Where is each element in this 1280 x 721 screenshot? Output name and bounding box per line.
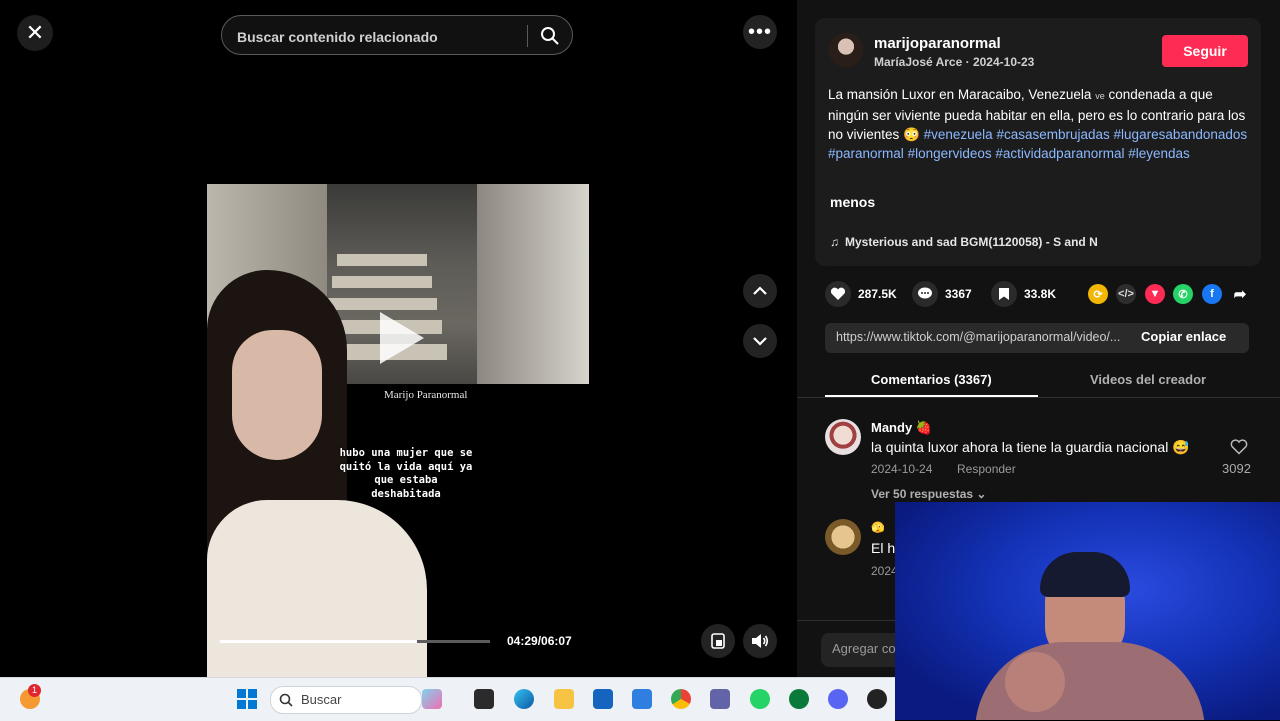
more-options-button[interactable]: ••• bbox=[743, 15, 777, 49]
notification-badge: 1 bbox=[28, 684, 41, 697]
progress-fill bbox=[220, 640, 418, 643]
heart-icon bbox=[825, 281, 851, 307]
like-stat[interactable]: 287.5K bbox=[825, 281, 897, 307]
add-comment-input[interactable]: Agregar co bbox=[832, 641, 896, 656]
chevron-up-icon bbox=[753, 286, 767, 295]
hashtag-link[interactable]: #actividadparanormal bbox=[995, 146, 1124, 161]
play-icon[interactable] bbox=[380, 312, 424, 364]
flag-emoji: ve bbox=[1095, 91, 1105, 101]
comment-date: 2024 bbox=[871, 564, 898, 578]
comment-avatar[interactable] bbox=[825, 519, 861, 555]
hashtag-link[interactable]: #venezuela bbox=[924, 127, 993, 142]
author-username[interactable]: marijoparanormal bbox=[874, 35, 1001, 52]
comment-text: El h bbox=[871, 540, 896, 556]
search-divider bbox=[527, 25, 528, 47]
follow-button[interactable]: Seguir bbox=[1162, 35, 1248, 67]
taskbar-search[interactable]: Buscar bbox=[270, 686, 422, 714]
comment-avatar[interactable] bbox=[825, 419, 861, 455]
save-count: 33.8K bbox=[1024, 287, 1057, 301]
comment-like-count: 3092 bbox=[1222, 461, 1251, 476]
more-icon: ••• bbox=[747, 21, 772, 43]
close-button[interactable]: ✕ bbox=[17, 15, 53, 51]
miniplayer-button[interactable] bbox=[701, 624, 735, 658]
comment-icon bbox=[912, 281, 938, 307]
save-stat[interactable]: 33.8K bbox=[991, 281, 1057, 307]
facebook-icon[interactable]: f bbox=[1202, 284, 1222, 304]
repost-icon[interactable]: ⟳ bbox=[1088, 284, 1108, 304]
comment-text: la quinta luxor ahora la tiene la guardi… bbox=[871, 439, 1190, 455]
view-replies-link[interactable]: Ver 50 respuestas ⌄ bbox=[871, 487, 986, 501]
author-display-name: MaríaJosé Arce bbox=[874, 55, 963, 69]
video-caption: hubo una mujer que se quitó la vida aquí… bbox=[339, 447, 473, 500]
copy-link-button[interactable]: Copiar enlace bbox=[1141, 329, 1226, 344]
post-date: 2024-10-23 bbox=[972, 55, 1035, 69]
active-tab-indicator bbox=[825, 395, 1038, 397]
video-description: La mansión Luxor en Maracaibo, Venezuela… bbox=[828, 87, 1248, 161]
chrome-icon[interactable] bbox=[671, 689, 691, 709]
author-subline: MaríaJosé Arce · 2024-10-23 bbox=[874, 55, 1035, 69]
discord-icon[interactable] bbox=[828, 689, 848, 709]
tab-comments[interactable]: Comentarios (3367) bbox=[871, 372, 992, 387]
whatsapp-app-icon[interactable] bbox=[750, 689, 770, 709]
reply-button[interactable]: Responder bbox=[957, 462, 1016, 476]
hashtag-link[interactable]: #casasembrujadas bbox=[996, 127, 1109, 142]
tab-creator-videos[interactable]: Videos del creador bbox=[1090, 372, 1206, 387]
comment-stat[interactable]: 3367 bbox=[912, 281, 972, 307]
heart-outline-icon bbox=[1230, 439, 1248, 455]
music-note-icon: ♫ bbox=[830, 235, 839, 249]
show-less-link[interactable]: menos bbox=[830, 194, 875, 210]
task-view-icon[interactable] bbox=[474, 689, 494, 709]
comment-like-button[interactable] bbox=[1230, 439, 1248, 460]
send-icon[interactable]: ▼ bbox=[1145, 284, 1165, 304]
teams-icon[interactable] bbox=[710, 689, 730, 709]
like-count: 287.5K bbox=[858, 287, 897, 301]
app-u-icon[interactable] bbox=[789, 689, 809, 709]
mail-icon[interactable] bbox=[632, 689, 652, 709]
next-video-button[interactable] bbox=[743, 324, 777, 358]
share-arrow-icon[interactable]: ➦ bbox=[1230, 284, 1250, 304]
windows-start-icon[interactable] bbox=[237, 689, 257, 709]
webcam-overlay bbox=[895, 502, 1280, 720]
hashtag-link[interactable]: #leyendas bbox=[1128, 146, 1190, 161]
embed-icon[interactable]: </> bbox=[1116, 284, 1136, 304]
chevron-down-icon bbox=[753, 337, 767, 346]
related-search-bar bbox=[221, 15, 573, 55]
widgets-icon[interactable] bbox=[422, 689, 442, 709]
whatsapp-icon[interactable]: ✆ bbox=[1173, 284, 1193, 304]
time-display: 04:29/06:07 bbox=[507, 634, 572, 648]
miniplayer-icon bbox=[711, 633, 725, 649]
search-input[interactable] bbox=[235, 25, 524, 49]
hashtag-link[interactable]: #longervideos bbox=[908, 146, 992, 161]
comment-date: 2024-10-24 bbox=[871, 462, 933, 476]
hashtag-link[interactable]: #paranormal bbox=[828, 146, 904, 161]
search-icon bbox=[279, 693, 293, 707]
share-link-box: https://www.tiktok.com/@marijoparanormal… bbox=[825, 323, 1249, 353]
volume-button[interactable] bbox=[743, 624, 777, 658]
comment-author[interactable]: Mandy 🍓 bbox=[871, 420, 932, 436]
store-icon[interactable] bbox=[593, 689, 613, 709]
author-avatar[interactable] bbox=[829, 33, 863, 67]
app-icon[interactable] bbox=[867, 689, 887, 709]
comment-author[interactable]: 🫣 bbox=[871, 521, 885, 534]
search-button[interactable] bbox=[538, 24, 562, 48]
chevron-down-icon: ⌄ bbox=[976, 487, 987, 501]
edge-icon[interactable] bbox=[514, 689, 534, 709]
description-emoji: 😳 bbox=[903, 127, 920, 142]
previous-video-button[interactable] bbox=[743, 274, 777, 308]
progress-bar[interactable] bbox=[220, 640, 490, 643]
music-track[interactable]: ♫ Mysterious and sad BGM(1120058) - S and… bbox=[830, 235, 1098, 249]
search-icon bbox=[541, 27, 559, 45]
hashtag-link[interactable]: #lugaresabandonados bbox=[1114, 127, 1248, 142]
tab-divider bbox=[797, 397, 1280, 398]
comment-count: 3367 bbox=[945, 287, 972, 301]
bookmark-icon bbox=[991, 281, 1017, 307]
volume-icon bbox=[752, 634, 769, 648]
video-watermark: Marijo Paranormal bbox=[384, 389, 468, 401]
close-icon: ✕ bbox=[25, 20, 45, 45]
share-link-text: https://www.tiktok.com/@marijoparanormal… bbox=[836, 330, 1121, 344]
file-explorer-icon[interactable] bbox=[554, 689, 574, 709]
